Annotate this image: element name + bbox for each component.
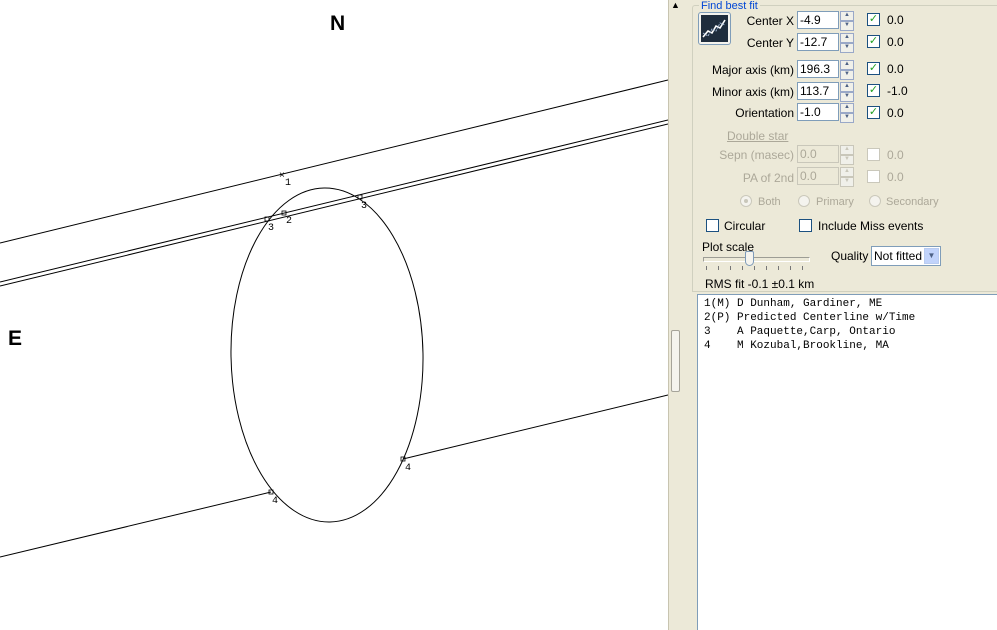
chord-label-4a: 4 xyxy=(272,496,278,507)
double-star-label: Double star xyxy=(727,129,789,143)
spin-up-icon[interactable]: ▲ xyxy=(840,167,854,177)
spin-up-icon[interactable]: ▲ xyxy=(840,82,854,92)
quality-select[interactable]: Not fitted ▼ xyxy=(871,246,941,266)
spin-down-icon[interactable]: ▼ xyxy=(840,155,854,165)
chord-line-4a xyxy=(0,491,272,558)
major-axis-checkbox[interactable]: ✓ xyxy=(867,62,880,75)
list-item[interactable]: 2(P) Predicted Centerline w/Time xyxy=(704,311,997,325)
list-item[interactable]: 4 M Kozubal,Brookline, MA xyxy=(704,339,997,353)
radio-both-label: Both xyxy=(758,196,781,208)
spin-down-icon[interactable]: ▼ xyxy=(840,92,854,102)
center-y-input[interactable]: -12.7 xyxy=(797,33,839,51)
major-axis-spinner[interactable]: ▲ ▼ xyxy=(840,60,854,80)
center-x-spinner[interactable]: ▲ ▼ xyxy=(840,11,854,31)
circular-checkbox[interactable] xyxy=(706,219,719,232)
pa2nd-result: 0.0 xyxy=(887,170,904,184)
spin-up-icon[interactable]: ▲ xyxy=(840,11,854,21)
quality-label: Quality xyxy=(831,249,869,263)
radio-secondary-label: Secondary xyxy=(886,196,939,208)
center-x-result: 0.0 xyxy=(887,13,904,27)
center-x-label: Center X xyxy=(746,14,794,28)
list-item[interactable]: 3 A Paquette,Carp, Ontario xyxy=(704,325,997,339)
north-label: N xyxy=(330,12,346,35)
panel-splitter[interactable]: ▲ xyxy=(668,0,681,630)
minor-axis-label: Minor axis (km) xyxy=(711,85,794,99)
chord-line-1 xyxy=(0,79,668,244)
radio-secondary[interactable] xyxy=(869,195,881,207)
center-x-input[interactable]: -4.9 xyxy=(797,11,839,29)
include-miss-label: Include Miss events xyxy=(818,219,924,233)
chord-label-1: 1 xyxy=(285,178,291,189)
chord-line-4b xyxy=(402,394,668,460)
list-item[interactable]: 1(M) D Dunham, Gardiner, ME xyxy=(704,297,997,311)
pa2nd-input[interactable]: 0.0 xyxy=(797,167,839,185)
orientation-spinner[interactable]: ▲ ▼ xyxy=(840,103,854,123)
chord-label-3b: 3 xyxy=(361,201,367,212)
major-axis-label: Major axis (km) xyxy=(711,63,794,77)
chord-label-4b: 4 xyxy=(405,463,411,474)
spin-down-icon[interactable]: ▼ xyxy=(840,177,854,187)
spin-down-icon[interactable]: ▼ xyxy=(840,113,854,123)
pa2nd-label: PA of 2nd xyxy=(742,171,794,185)
radio-primary[interactable] xyxy=(798,195,810,207)
sepn-input[interactable]: 0.0 xyxy=(797,145,839,163)
center-x-checkbox[interactable]: ✓ xyxy=(867,13,880,26)
sepn-checkbox[interactable] xyxy=(867,148,880,161)
spin-up-icon[interactable]: ▲ xyxy=(840,60,854,70)
include-miss-checkbox[interactable] xyxy=(799,219,812,232)
chord-line-2b xyxy=(0,123,668,287)
fitted-ellipse xyxy=(230,187,424,523)
spin-up-icon[interactable]: ▲ xyxy=(840,145,854,155)
group-title: Find best fit xyxy=(699,0,760,12)
minor-axis-spinner[interactable]: ▲ ▼ xyxy=(840,82,854,102)
plot-scale-track[interactable] xyxy=(703,257,810,262)
chord-line-2a xyxy=(0,119,668,283)
minor-axis-result: -1.0 xyxy=(887,84,908,98)
chevron-down-icon[interactable]: ▼ xyxy=(924,248,939,264)
rms-fit-text: RMS fit -0.1 ±0.1 km xyxy=(705,277,815,291)
find-best-fit-button[interactable] xyxy=(698,12,731,45)
minor-axis-input[interactable]: 113.7 xyxy=(797,82,839,100)
orientation-result: 0.0 xyxy=(887,106,904,120)
minor-axis-checkbox[interactable]: ✓ xyxy=(867,84,880,97)
pa2nd-checkbox[interactable] xyxy=(867,170,880,183)
circular-label: Circular xyxy=(724,219,766,233)
fit-chart-icon xyxy=(701,15,728,42)
plot-scale-ticks xyxy=(706,266,806,270)
observer-list[interactable]: 1(M) D Dunham, Gardiner, ME 2(P) Predict… xyxy=(697,294,997,630)
radio-primary-label: Primary xyxy=(816,196,854,208)
orientation-label: Orientation xyxy=(735,106,794,120)
spin-down-icon[interactable]: ▼ xyxy=(840,70,854,80)
spin-up-icon[interactable]: ▲ xyxy=(840,103,854,113)
major-axis-input[interactable]: 196.3 xyxy=(797,60,839,78)
plot-canvas: × 1 2 3 3 4 4 xyxy=(0,79,668,558)
orientation-checkbox[interactable]: ✓ xyxy=(867,106,880,119)
spin-up-icon[interactable]: ▲ xyxy=(840,33,854,43)
plot-scale-slider[interactable] xyxy=(745,251,754,266)
sepn-label: Sepn (masec) xyxy=(719,148,794,162)
radio-both[interactable] xyxy=(740,195,752,207)
fit-panel: Find best fit Center X -4.9 ▲ ▼ ✓ 0.0 Cen… xyxy=(690,0,997,630)
center-y-spinner[interactable]: ▲ ▼ xyxy=(840,33,854,53)
orientation-input[interactable]: -1.0 xyxy=(797,103,839,121)
center-y-result: 0.0 xyxy=(887,35,904,49)
center-y-checkbox[interactable]: ✓ xyxy=(867,35,880,48)
spin-down-icon[interactable]: ▼ xyxy=(840,43,854,53)
major-axis-result: 0.0 xyxy=(887,62,904,76)
sepn-result: 0.0 xyxy=(887,148,904,162)
center-y-label: Center Y xyxy=(746,36,794,50)
chord-label-2: 2 xyxy=(286,216,292,227)
east-label: E xyxy=(8,327,23,350)
sepn-spinner[interactable]: ▲ ▼ xyxy=(840,145,854,165)
pa2nd-spinner[interactable]: ▲ ▼ xyxy=(840,167,854,187)
panel-gap xyxy=(681,0,690,630)
quality-value: Not fitted xyxy=(874,249,923,263)
splitter-grip[interactable] xyxy=(671,330,680,392)
spin-down-icon[interactable]: ▼ xyxy=(840,21,854,31)
chord-label-3a: 3 xyxy=(268,223,274,234)
collapse-arrow-icon[interactable]: ▲ xyxy=(671,0,680,10)
occultation-plot[interactable]: × 1 2 3 3 4 4 N E xyxy=(0,0,668,630)
